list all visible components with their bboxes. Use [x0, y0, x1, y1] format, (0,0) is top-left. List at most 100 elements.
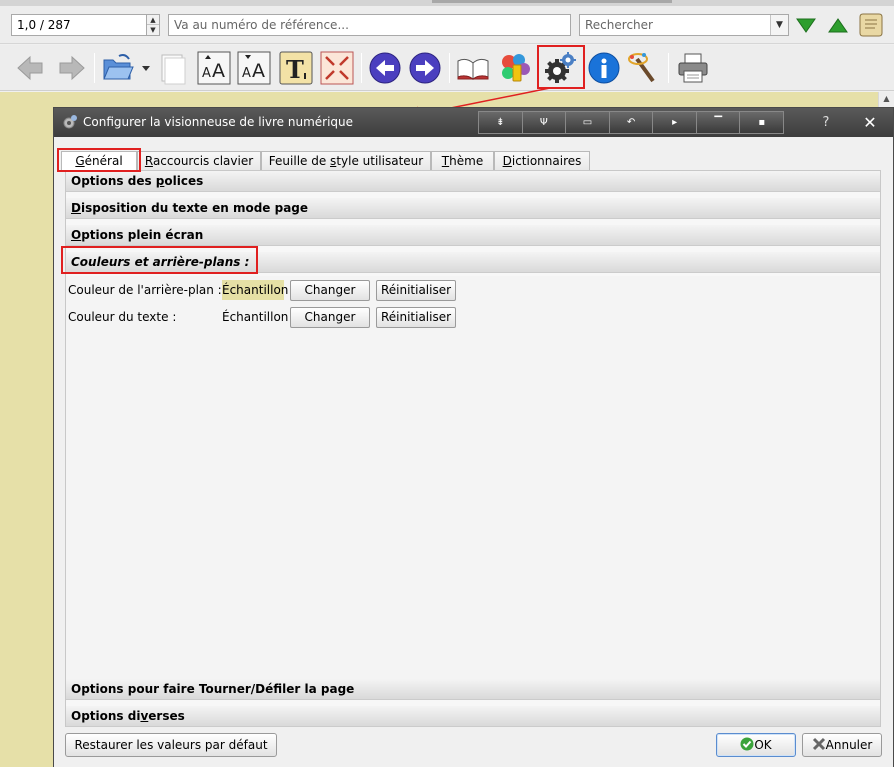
info-button[interactable] [587, 51, 621, 85]
restore-icon: ▭ [582, 117, 593, 128]
search-dropdown-icon[interactable]: ▼ [770, 15, 788, 35]
svg-text:A: A [242, 66, 251, 81]
settings-highlight [537, 45, 585, 89]
change-text-color-button[interactable]: Changer [290, 307, 370, 328]
dialog-title: Configurer la visionneuse de livre numér… [83, 115, 354, 129]
background-color-label: Couleur de l'arrière-plan : [68, 283, 222, 297]
magic-wand-icon [628, 53, 655, 83]
theme-button[interactable] [498, 51, 532, 85]
rollup-button[interactable]: ⇟ [479, 112, 523, 133]
pin-icon: Ψ [539, 117, 548, 128]
back-arrow-icon [17, 55, 43, 81]
reference-input[interactable]: Va au numéro de référence... [168, 14, 571, 36]
section-fullscreen[interactable]: Options plein écran [66, 225, 880, 246]
section-misc[interactable]: Options diverses [66, 706, 880, 727]
minimize-button[interactable]: ▪ [740, 112, 784, 133]
rollup-icon: ⇟ [496, 117, 505, 128]
shade-button[interactable]: ▸ [653, 112, 697, 133]
book-icon [457, 58, 489, 80]
scroll-icon[interactable] [858, 11, 884, 39]
next-button[interactable] [408, 51, 442, 85]
arrow-down-icon[interactable] [796, 17, 816, 33]
text-color-sample: Échantillon [222, 310, 289, 324]
undo-button[interactable]: ↶ [609, 112, 654, 133]
toolbar-separator [361, 53, 362, 83]
search-placeholder: Rechercher [585, 18, 653, 32]
navigation-row: 1,0 / 287 ▲ ▼ Va au numéro de référence..… [0, 6, 894, 44]
minimize-icon: ▪ [758, 117, 766, 128]
tools-button[interactable] [627, 51, 661, 85]
blank-page-button[interactable] [156, 51, 190, 85]
font-larger-icon: AA [197, 51, 231, 85]
back-button[interactable] [14, 51, 48, 85]
forward-button[interactable] [54, 51, 88, 85]
paint-icon [502, 54, 530, 82]
help-button[interactable]: ? [816, 108, 836, 137]
toolbar-separator [449, 53, 450, 83]
dialog-gear-icon [63, 115, 77, 129]
top-strip-tab [432, 0, 672, 3]
section-page-turn[interactable]: Options pour faire Tourner/Défiler la pa… [66, 679, 880, 700]
print-button[interactable] [676, 51, 710, 85]
toolbar-separator [94, 53, 95, 83]
scroll-up-icon[interactable]: ▲ [879, 92, 894, 106]
open-folder-icon [103, 54, 150, 80]
section-page-layout[interactable]: Disposition du texte en mode page [66, 198, 880, 219]
background-color-sample: Échantillon [222, 280, 288, 300]
svg-text:A: A [252, 60, 265, 82]
toolbar-separator [668, 53, 669, 83]
spin-down-icon[interactable]: ▼ [147, 25, 159, 35]
cancel-x-icon [812, 737, 825, 751]
title-tool-buttons: ⇟ Ψ ▭ ↶ ▸ ▔ ▪ [478, 111, 784, 134]
change-background-color-button[interactable]: Changer [290, 280, 370, 301]
arrow-up-icon[interactable] [828, 17, 848, 33]
print-icon [678, 53, 708, 83]
tab-keyboard-shortcuts[interactable]: Raccourcis clavier [137, 151, 261, 170]
text-style-button[interactable]: T [279, 51, 313, 85]
tab-theme[interactable]: Thème [431, 151, 494, 170]
cancel-button[interactable]: Annuler [802, 733, 882, 757]
open-book-button[interactable] [101, 51, 151, 85]
reset-text-color-button[interactable]: Réinitialiser [376, 307, 456, 328]
pin-button[interactable]: Ψ [522, 112, 567, 133]
info-icon [588, 52, 620, 84]
table-of-contents-button[interactable] [456, 51, 490, 85]
font-smaller-button[interactable]: AA [237, 51, 271, 85]
page-number-value: 1,0 / 287 [17, 18, 71, 32]
text-icon: T [279, 51, 313, 85]
cancel-label: Annuler [825, 738, 873, 752]
colors-section-content: Couleur de l'arrière-plan : Échantillon … [66, 276, 880, 679]
book-background-left [0, 92, 56, 767]
svg-text:A: A [202, 66, 211, 81]
restore-defaults-button[interactable]: Restaurer les valeurs par défaut [65, 733, 277, 757]
fullscreen-button[interactable] [320, 51, 354, 85]
main-toolbar: AA AA T [0, 45, 894, 91]
spin-up-icon[interactable]: ▲ [147, 15, 159, 25]
font-larger-button[interactable]: AA [197, 51, 231, 85]
undo-icon: ↶ [626, 117, 636, 128]
general-tab-highlight [57, 148, 141, 172]
tab-user-stylesheet[interactable]: Feuille de style utilisateur [261, 151, 431, 170]
previous-button[interactable] [368, 51, 402, 85]
minimize-bar-icon: ▔ [714, 117, 723, 128]
search-input[interactable]: Rechercher ▼ [579, 14, 789, 36]
reset-background-color-button[interactable]: Réinitialiser [376, 280, 456, 301]
configuration-dialog: Configurer la visionneuse de livre numér… [53, 107, 894, 767]
ok-label: OK [754, 738, 772, 752]
colors-section-highlight [61, 246, 258, 274]
section-fonts[interactable]: Options des polices [66, 171, 880, 192]
tab-dictionaries[interactable]: Dictionnaires [494, 151, 590, 170]
checkmark-icon [740, 737, 754, 751]
next-icon [409, 52, 441, 84]
close-button[interactable]: ✕ [860, 108, 880, 137]
fullscreen-icon [320, 51, 354, 85]
restore-window-button[interactable]: ▭ [566, 112, 610, 133]
dialog-title-bar[interactable]: Configurer la visionneuse de livre numér… [54, 108, 893, 137]
shade-icon: ▸ [672, 117, 678, 128]
forward-arrow-icon [59, 55, 85, 81]
page-spinner[interactable]: ▲ ▼ [146, 15, 159, 35]
ok-button[interactable]: OK [716, 733, 796, 757]
page-number-field[interactable]: 1,0 / 287 ▲ ▼ [11, 14, 160, 36]
minimize-bar-button[interactable]: ▔ [696, 112, 741, 133]
svg-text:A: A [212, 60, 225, 82]
